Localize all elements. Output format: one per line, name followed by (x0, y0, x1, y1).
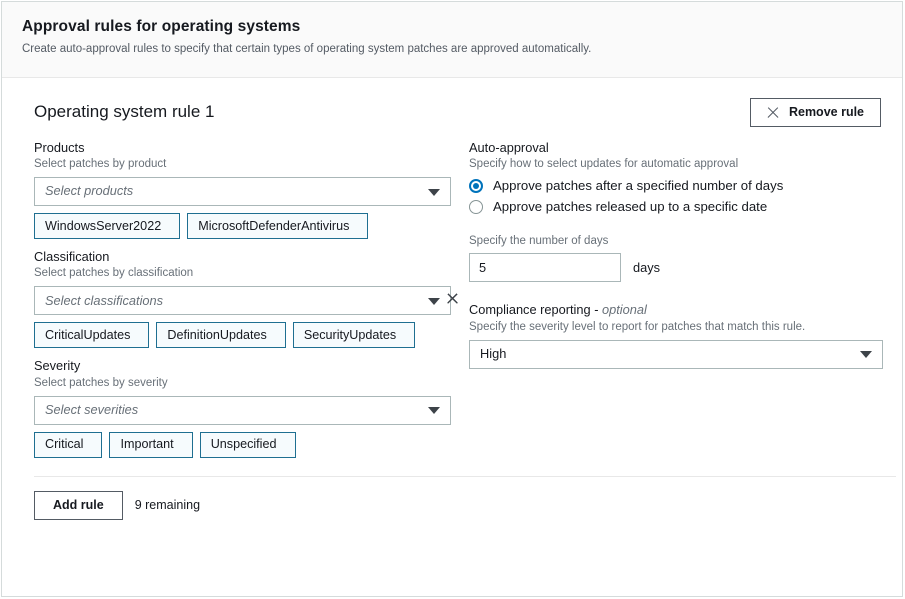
radio-option-days[interactable]: Approve patches after a specified number… (469, 177, 883, 194)
compliance-label: Compliance reporting - optional (469, 301, 883, 318)
products-description: Select patches by product (34, 158, 167, 171)
auto-approval-field: Auto-approval Specify how to select upda… (469, 139, 883, 283)
classification-token-list: CriticalUpdates DefinitionUpdates Securi… (34, 322, 451, 349)
classification-field: Classification Select patches by classif… (34, 248, 451, 349)
severity-token-list: Critical Important Unspecified (34, 431, 451, 458)
products-field: Products Select patches by product Selec… (34, 139, 451, 240)
token-label: Important (120, 437, 174, 452)
page-title: Approval rules for operating systems (22, 18, 301, 35)
approval-rules-screen: Approval rules for operating systems Cre… (0, 0, 905, 599)
compliance-selected-value: High (480, 345, 507, 361)
products-token-list: WindowsServer2022 MicrosoftDefenderAntiv… (34, 213, 451, 240)
rules-remaining-text: 9 remaining (134, 498, 201, 513)
days-input[interactable] (469, 253, 621, 283)
token-label: Unspecified (210, 437, 277, 452)
classification-description: Select patches by classification (34, 267, 194, 280)
products-placeholder: Select products (45, 183, 134, 199)
radio-label: Approve patches released up to a specifi… (493, 199, 768, 215)
remove-rule-label: Remove rule (788, 105, 864, 119)
token-label: WindowsServer2022 (45, 218, 162, 233)
remove-rule-button[interactable]: Remove rule (749, 98, 881, 127)
token[interactable]: CriticalUpdates (34, 322, 150, 349)
severity-description: Select patches by severity (34, 376, 168, 389)
card-header: Approval rules for operating systems Cre… (2, 2, 902, 78)
products-select[interactable]: Select products (34, 177, 451, 207)
severity-placeholder: Select severities (45, 401, 139, 417)
page-subtitle: Create auto-approval rules to specify th… (22, 42, 592, 55)
token[interactable]: Unspecified (199, 431, 296, 458)
compliance-label-text: Compliance reporting - (469, 302, 603, 318)
card-body: Operating system rule 1 Remove rule Prod… (2, 78, 902, 520)
radio-button-selected[interactable] (469, 178, 483, 193)
card-footer: Add rule 9 remaining (23, 477, 881, 520)
compliance-reporting-field: Compliance reporting - optional Specify … (469, 301, 883, 369)
classification-select[interactable]: Select classifications (34, 286, 451, 316)
compliance-description: Specify the severity level to report for… (469, 320, 806, 333)
auto-approval-description: Specify how to select updates for automa… (469, 158, 739, 171)
token-label: Critical (45, 437, 84, 452)
compliance-optional-tag: optional (602, 302, 647, 318)
compliance-select[interactable]: High (469, 339, 883, 369)
severity-select[interactable]: Select severities (34, 395, 451, 425)
radio-label: Approve patches after a specified number… (493, 178, 784, 194)
classification-placeholder: Select classifications (45, 292, 164, 308)
severity-label: Severity (34, 358, 81, 374)
severity-field: Severity Select patches by severity Sele… (34, 357, 451, 458)
radio-option-date[interactable]: Approve patches released up to a specifi… (469, 198, 883, 215)
token[interactable]: DefinitionUpdates (156, 322, 286, 349)
classification-label: Classification (34, 249, 110, 265)
token[interactable]: Critical (34, 431, 103, 458)
right-column: Auto-approval Specify how to select upda… (469, 139, 883, 467)
auto-approval-label: Auto-approval (469, 140, 549, 155)
chevron-down-icon (428, 407, 440, 415)
rule-title: Operating system rule 1 (34, 102, 215, 122)
token[interactable]: Important (109, 431, 193, 458)
days-row: days (469, 253, 883, 283)
add-rule-button[interactable]: Add rule (34, 490, 123, 520)
token-label: MicrosoftDefenderAntivirus (198, 218, 350, 233)
rule-header-row: Operating system rule 1 Remove rule (23, 78, 881, 139)
approval-rules-card: Approval rules for operating systems Cre… (1, 1, 903, 597)
close-x-icon (767, 106, 780, 119)
rule-columns: Products Select patches by product Selec… (23, 139, 883, 467)
token-label: CriticalUpdates (45, 328, 131, 343)
radio-button-unselected[interactable] (469, 199, 483, 214)
token-label: SecurityUpdates (303, 328, 397, 343)
token-label: DefinitionUpdates (167, 328, 267, 343)
chevron-down-icon (860, 351, 872, 359)
token[interactable]: WindowsServer2022 (34, 213, 181, 240)
days-field-label: Specify the number of days (469, 234, 609, 247)
days-unit-label: days (633, 260, 661, 276)
left-column: Products Select patches by product Selec… (34, 139, 451, 467)
products-label: Products (34, 140, 85, 155)
chevron-down-icon (428, 297, 440, 305)
chevron-down-icon (428, 188, 440, 196)
token[interactable]: MicrosoftDefenderAntivirus (187, 213, 369, 240)
token[interactable]: SecurityUpdates (292, 322, 416, 349)
